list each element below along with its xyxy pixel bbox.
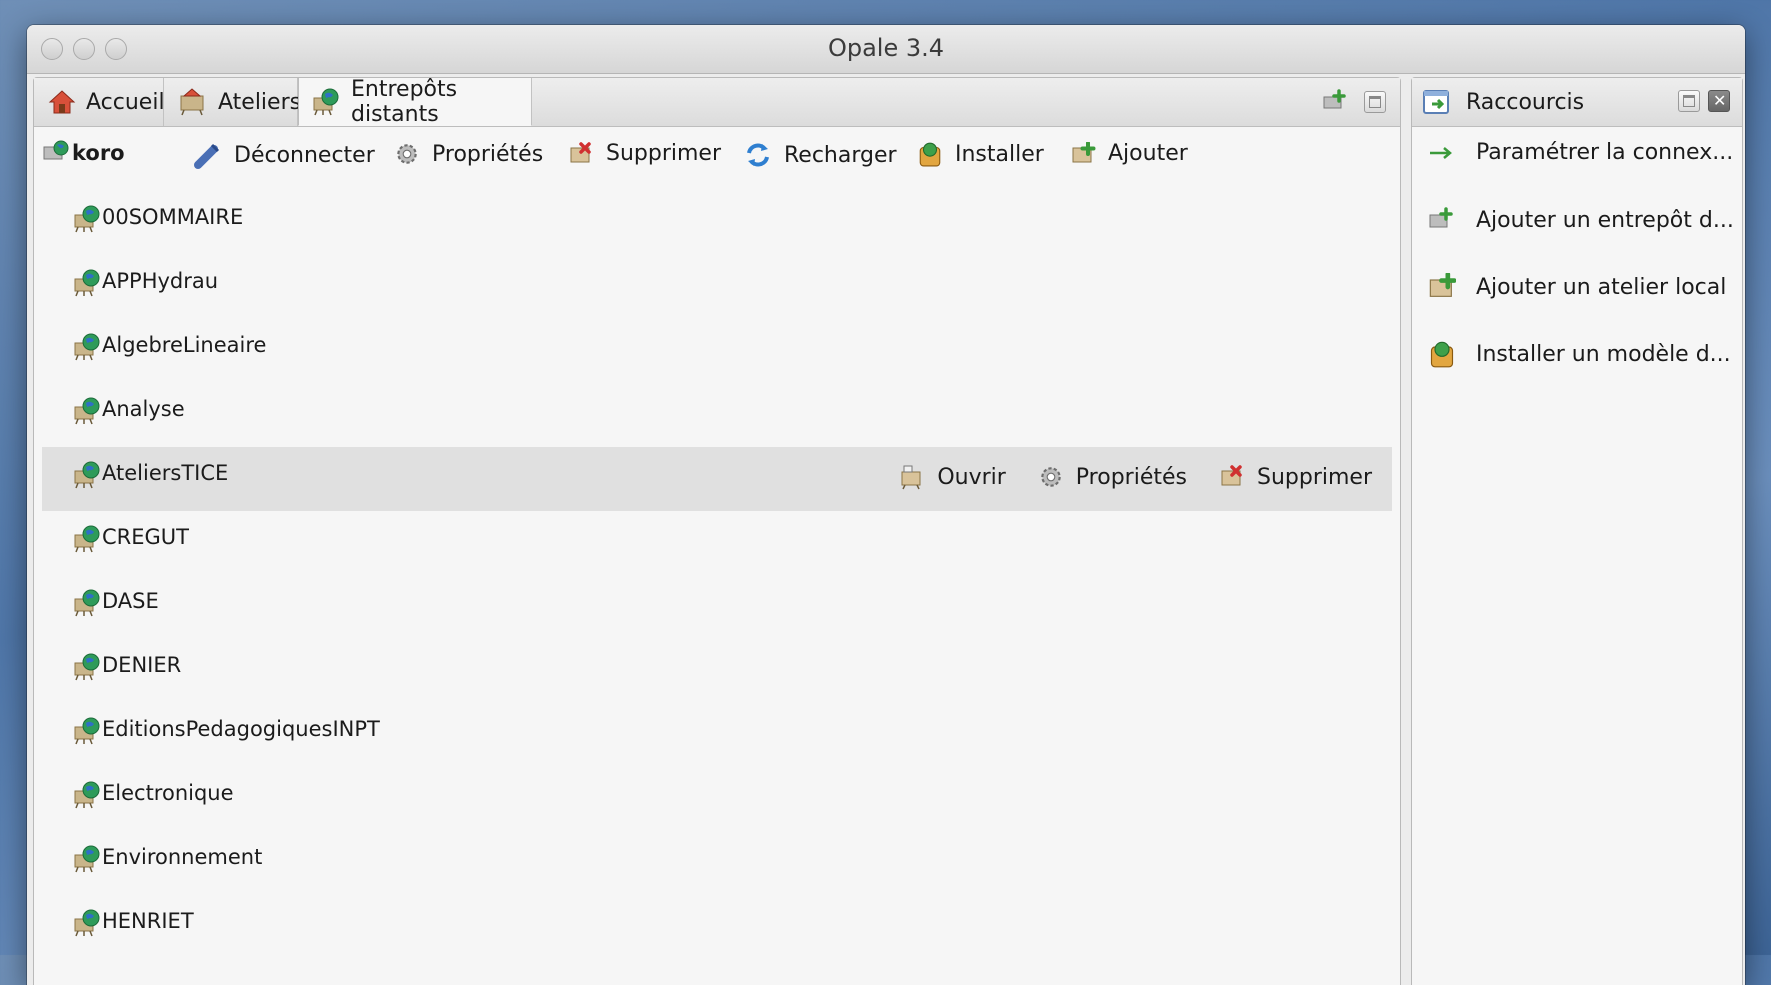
list-item[interactable]: Environnement bbox=[34, 831, 1400, 895]
properties-gear-icon bbox=[1041, 467, 1061, 487]
add-button[interactable]: Ajouter bbox=[1070, 141, 1188, 166]
close-pane-button[interactable]: ✕ bbox=[1708, 90, 1730, 112]
delete-icon bbox=[569, 141, 591, 164]
shortcuts-header: Raccourcis ✕ bbox=[1412, 78, 1742, 127]
arrow-right-icon bbox=[1430, 146, 1452, 159]
repository-header-row: koro Déconnecter Propriétés Supprimer Re… bbox=[34, 139, 1400, 179]
minimize-pane-button[interactable] bbox=[1678, 90, 1700, 112]
tab-accueil[interactable]: Accueil bbox=[34, 78, 165, 126]
install-package-icon bbox=[919, 142, 941, 167]
remote-workshop-icon bbox=[74, 653, 100, 681]
workshop-icon bbox=[178, 88, 208, 116]
repository-name[interactable]: koro bbox=[42, 139, 125, 167]
remote-workshop-icon bbox=[74, 845, 100, 873]
remote-workshop-icon bbox=[74, 909, 100, 937]
reload-button[interactable]: Recharger bbox=[744, 141, 897, 169]
list-item[interactable]: CREGUT bbox=[34, 511, 1400, 575]
add-repository-icon bbox=[1429, 207, 1453, 228]
remote-workshop-icon bbox=[74, 269, 100, 297]
shortcut-install-model[interactable]: Installer un modèle d... bbox=[1428, 340, 1731, 368]
delete-button[interactable]: Supprimer bbox=[1219, 465, 1372, 490]
remote-workshop-icon bbox=[74, 333, 100, 361]
remote-repository-icon bbox=[313, 87, 341, 116]
shortcut-add-repository[interactable]: Ajouter un entrepôt d... bbox=[1428, 206, 1734, 234]
remote-repository-icon bbox=[43, 140, 69, 160]
main-pane: Accueil Ateliers Entrepôts distants koro… bbox=[33, 77, 1401, 985]
delete-button[interactable]: Supprimer bbox=[568, 141, 721, 166]
remote-workshop-icon bbox=[74, 589, 100, 617]
install-button[interactable]: Installer bbox=[917, 141, 1044, 167]
minimize-pane-button[interactable] bbox=[1364, 91, 1386, 113]
disconnect-button[interactable]: Déconnecter bbox=[194, 141, 375, 169]
shortcuts-pane: Raccourcis ✕ Paramétrer la connex... Ajo… bbox=[1411, 77, 1743, 985]
tab-label: Accueil bbox=[86, 89, 165, 115]
add-workshop-icon bbox=[1428, 273, 1456, 301]
tab-label: Ateliers bbox=[218, 89, 302, 115]
list-item[interactable]: DENIER bbox=[34, 639, 1400, 703]
open-icon bbox=[901, 465, 921, 490]
reload-icon bbox=[747, 143, 769, 167]
window-title: Opale 3.4 bbox=[827, 34, 945, 62]
properties-button[interactable]: Propriétés bbox=[394, 141, 543, 167]
title-bar: Opale 3.4 bbox=[27, 25, 1745, 74]
list-item-selected[interactable]: AteliersTICE Ouvrir Propriétés Supprimer bbox=[42, 447, 1392, 511]
list-item[interactable]: AlgebreLineaire bbox=[34, 319, 1400, 383]
shortcut-configure-connection[interactable]: Paramétrer la connex... bbox=[1428, 140, 1733, 165]
open-button[interactable]: Ouvrir bbox=[899, 464, 1006, 490]
list-item[interactable]: Electronique bbox=[34, 767, 1400, 831]
add-icon bbox=[1071, 141, 1096, 164]
list-item[interactable]: 00SOMMAIRE bbox=[34, 191, 1400, 255]
remote-workshop-icon bbox=[74, 717, 100, 745]
add-repository-icon[interactable] bbox=[1322, 89, 1348, 115]
tab-label: Entrepôts distants bbox=[351, 76, 458, 127]
install-package-icon bbox=[1430, 341, 1454, 368]
remote-workshop-icon bbox=[74, 397, 100, 425]
close-icon: ✕ bbox=[1713, 91, 1727, 110]
disconnect-plug-icon bbox=[194, 143, 220, 169]
list-item[interactable]: DASE bbox=[34, 575, 1400, 639]
remote-workshop-icon bbox=[74, 525, 100, 553]
workshop-list: 00SOMMAIRE APPHydrau AlgebreLineaire Ana… bbox=[34, 191, 1400, 959]
remote-workshop-icon bbox=[74, 461, 100, 489]
tab-bar: Accueil Ateliers Entrepôts distants bbox=[34, 76, 1400, 127]
properties-gear-icon bbox=[397, 144, 417, 164]
home-icon bbox=[48, 89, 76, 115]
remote-workshop-icon bbox=[74, 781, 100, 809]
delete-icon bbox=[1220, 465, 1242, 487]
list-item[interactable]: APPHydrau bbox=[34, 255, 1400, 319]
app-window: Opale 3.4 Accueil Ateliers Entrepôts dis… bbox=[27, 25, 1745, 985]
tab-entrepots-distants[interactable]: Entrepôts distants bbox=[298, 76, 532, 127]
list-item[interactable]: HENRIET bbox=[34, 895, 1400, 959]
shortcut-add-local-workshop[interactable]: Ajouter un atelier local bbox=[1428, 273, 1726, 301]
remote-repositories-view: koro Déconnecter Propriétés Supprimer Re… bbox=[34, 127, 1400, 985]
tab-ateliers[interactable]: Ateliers bbox=[164, 78, 302, 126]
list-item[interactable]: EditionsPedagogiquesINPT bbox=[34, 703, 1400, 767]
properties-button[interactable]: Propriétés bbox=[1038, 464, 1187, 490]
list-item[interactable]: Analyse bbox=[34, 383, 1400, 447]
remote-workshop-icon bbox=[74, 205, 100, 233]
shortcuts-icon bbox=[1423, 90, 1449, 114]
